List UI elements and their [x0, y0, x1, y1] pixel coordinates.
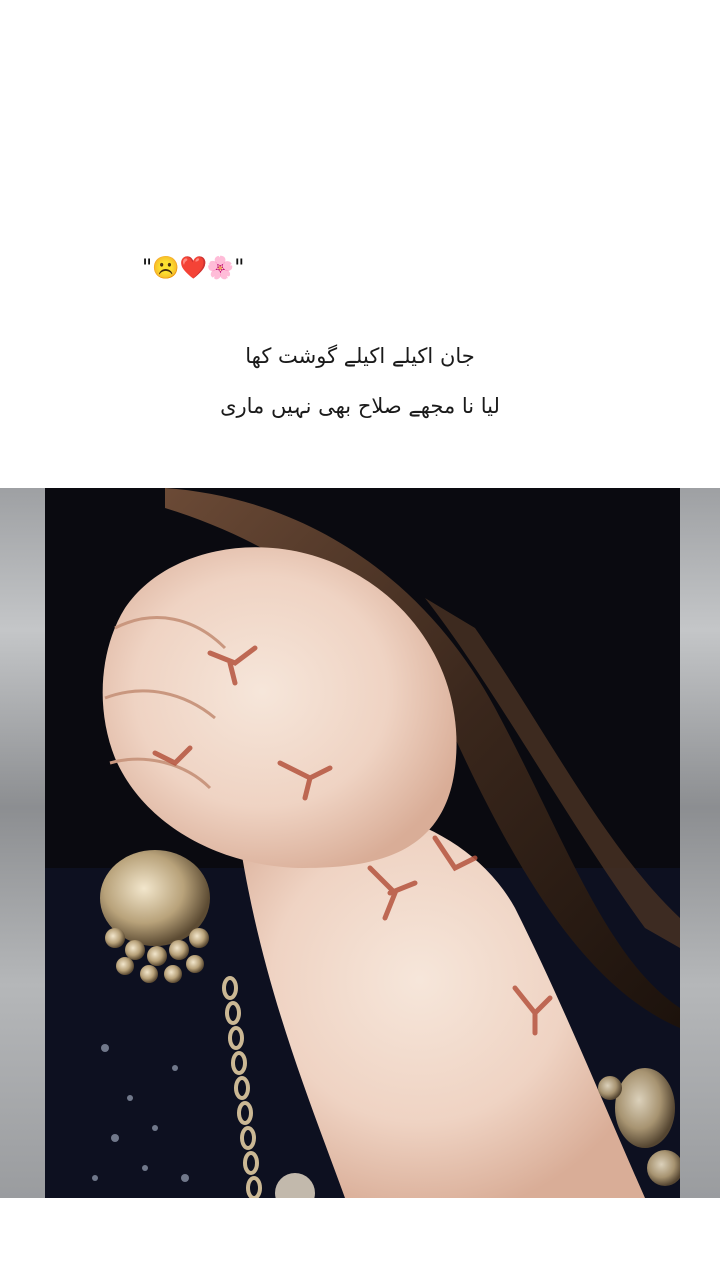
poem-line-1: جان اکیلے اکیلے گوشت کھا [245, 344, 475, 368]
blurred-background-left [0, 488, 45, 1198]
story-screen: "☹️❤️🌸" جان اکیلے اکیلے گوشت کھا لیا نا … [0, 0, 720, 1280]
photo-illustration [45, 488, 680, 1198]
poem-line-2: لیا نا مجھے صلاح بھی نہیں ماری [220, 394, 500, 418]
blurred-background-right [680, 488, 720, 1198]
emoji-caption: "☹️❤️🌸" [142, 256, 245, 281]
photo-hand-henna-jhumka[interactable] [45, 488, 680, 1198]
